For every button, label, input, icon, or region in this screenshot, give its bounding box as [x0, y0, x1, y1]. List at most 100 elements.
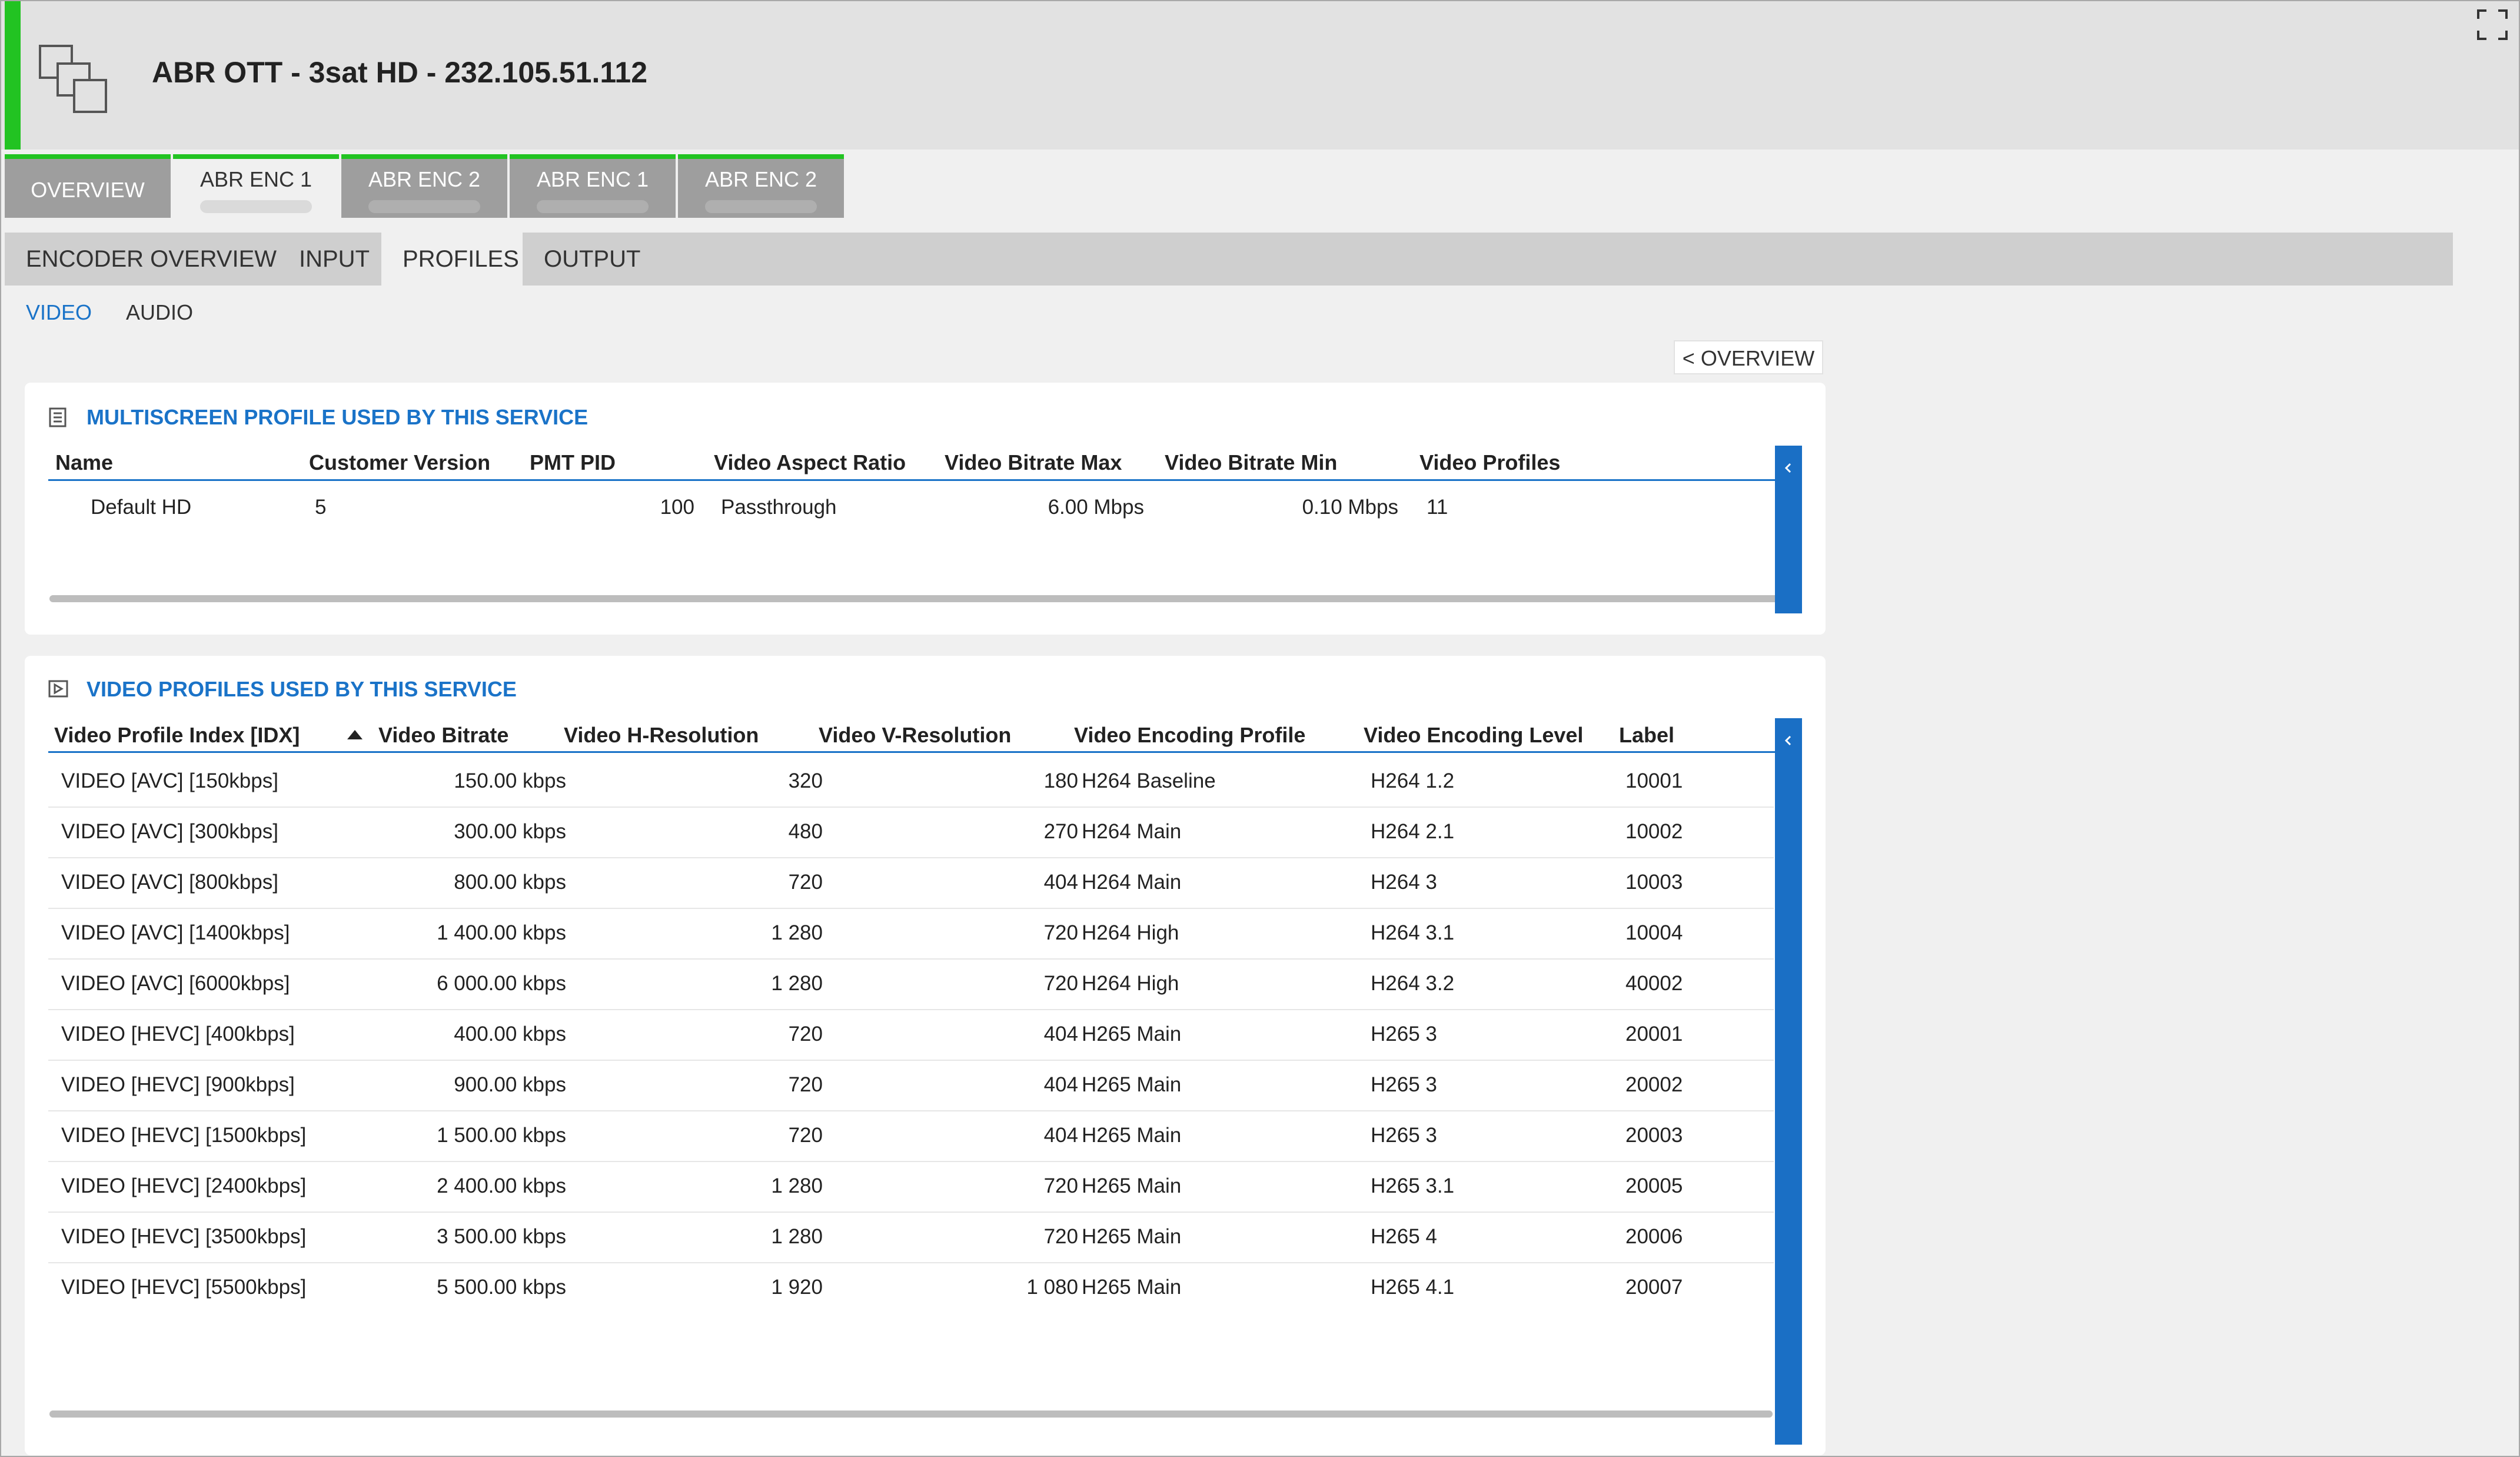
- tab-output[interactable]: OUTPUT: [523, 233, 652, 286]
- column-header-v-resolution[interactable]: Video V-Resolution: [819, 723, 1011, 748]
- column-header-customer-version[interactable]: Customer Version: [309, 450, 490, 475]
- cell-video-bitrate: 5 500.00 kbps: [437, 1276, 566, 1299]
- column-header-pmt-pid[interactable]: PMT PID: [530, 450, 616, 475]
- status-accent-bar: [5, 1, 21, 150]
- sort-ascending-icon[interactable]: [347, 730, 363, 739]
- column-header-video-profiles[interactable]: Video Profiles: [1419, 450, 1560, 475]
- cell-profile-index: VIDEO [AVC] [6000kbps]: [61, 972, 290, 995]
- cell-label: 10002: [1625, 820, 1683, 843]
- tab-label: ABR ENC 2: [704, 167, 817, 191]
- column-header-h-resolution[interactable]: Video H-Resolution: [564, 723, 759, 748]
- cell-encoding-profile: H264 Main: [1082, 820, 1182, 843]
- cell-video-bitrate: 300.00 kbps: [454, 820, 566, 843]
- cell-label: 10004: [1625, 921, 1683, 944]
- cell-profile-index: VIDEO [AVC] [150kbps]: [61, 769, 278, 792]
- tab-input[interactable]: INPUT: [278, 233, 381, 286]
- cell-v-resolution: 720: [1043, 972, 1078, 995]
- tab-label: ABR ENC 1: [536, 167, 649, 191]
- tab-abr-enc-1-b[interactable]: ABR ENC 1: [510, 154, 676, 218]
- cell-video-bitrate: 800.00 kbps: [454, 871, 566, 894]
- row-divider: [48, 1009, 1774, 1010]
- horizontal-scrollbar[interactable]: [49, 1410, 1773, 1418]
- fullscreen-icon[interactable]: [2476, 8, 2509, 41]
- panel-title: MULTISCREEN PROFILE USED BY THIS SERVICE: [87, 405, 589, 429]
- chevron-left-icon: [1784, 735, 1791, 746]
- cell-video-bitrate: 2 400.00 kbps: [437, 1174, 566, 1197]
- column-header-video-bitrate-max[interactable]: Video Bitrate Max: [945, 450, 1122, 475]
- video-profile-icon: [48, 680, 68, 698]
- panel-title: VIDEO PROFILES USED BY THIS SERVICE: [87, 677, 517, 701]
- redacted-sublabel: [368, 200, 480, 213]
- cell-label: 20003: [1625, 1124, 1683, 1147]
- list-icon: [49, 407, 67, 427]
- column-header-encoding-profile[interactable]: Video Encoding Profile: [1074, 723, 1305, 748]
- cell-encoding-level: H265 3.1: [1371, 1174, 1455, 1197]
- tab-abr-enc-1[interactable]: ABR ENC 1: [173, 154, 339, 218]
- cell-video-bitrate: 150.00 kbps: [454, 769, 566, 792]
- column-header-video-aspect-ratio[interactable]: Video Aspect Ratio: [714, 450, 906, 475]
- cell-h-resolution: 1 920: [771, 1276, 823, 1299]
- column-header-profile-index[interactable]: Video Profile Index [IDX]: [54, 723, 300, 748]
- cell-profile-index: VIDEO [HEVC] [900kbps]: [61, 1073, 295, 1096]
- redacted-sublabel: [200, 200, 312, 213]
- service-header: ABR OTT - 3sat HD - 232.105.51.112: [1, 1, 2519, 150]
- cell-h-resolution: 1 280: [771, 1225, 823, 1248]
- cell-video-bitrate: 1 500.00 kbps: [437, 1124, 566, 1147]
- multiscreen-profile-panel: MULTISCREEN PROFILE USED BY THIS SERVICE…: [25, 383, 1826, 635]
- cell-encoding-level: H264 3: [1371, 871, 1437, 894]
- column-header-encoding-level[interactable]: Video Encoding Level: [1364, 723, 1583, 748]
- cell-v-resolution: 720: [1043, 1225, 1078, 1248]
- cell-encoding-level: H265 4.1: [1371, 1276, 1455, 1299]
- cell-encoding-level: H264 1.2: [1371, 769, 1455, 792]
- row-divider: [48, 1161, 1774, 1162]
- row-divider: [48, 1212, 1774, 1213]
- cell-label: 20001: [1625, 1023, 1683, 1046]
- column-header-video-bitrate-min[interactable]: Video Bitrate Min: [1165, 450, 1337, 475]
- page-title: ABR OTT - 3sat HD - 232.105.51.112: [152, 56, 648, 89]
- cell-profile-index: VIDEO [HEVC] [1500kbps]: [61, 1124, 307, 1147]
- cell-bitrate-max: 6.00 Mbps: [1048, 496, 1144, 519]
- cell-v-resolution: 720: [1043, 921, 1078, 944]
- cell-label: 20002: [1625, 1073, 1683, 1096]
- header-divider: [48, 479, 1797, 481]
- tab-profiles[interactable]: PROFILES: [381, 233, 523, 286]
- cell-h-resolution: 1 280: [771, 921, 823, 944]
- cell-encoding-profile: H265 Main: [1082, 1073, 1182, 1096]
- cell-h-resolution: 480: [788, 820, 823, 843]
- column-header-name[interactable]: Name: [55, 450, 113, 475]
- cell-encoding-profile: H265 Main: [1082, 1276, 1182, 1299]
- video-profiles-panel: VIDEO PROFILES USED BY THIS SERVICE Vide…: [25, 656, 1826, 1455]
- tab-label: ABR ENC 2: [368, 167, 481, 191]
- tab-label: OVERVIEW: [31, 178, 145, 202]
- tab-audio[interactable]: AUDIO: [126, 300, 193, 325]
- cell-encoding-profile: H264 High: [1082, 972, 1179, 995]
- row-divider: [48, 1110, 1774, 1111]
- cell-profile-index: VIDEO [AVC] [800kbps]: [61, 871, 278, 894]
- cell-v-resolution: 404: [1043, 1073, 1078, 1096]
- column-header-label[interactable]: Label: [1619, 723, 1674, 748]
- collapse-column-panel-button[interactable]: [1775, 718, 1802, 1445]
- multiscreen-windows-icon: [39, 45, 107, 113]
- tab-overview[interactable]: OVERVIEW: [5, 154, 171, 218]
- cell-profile-index: VIDEO [HEVC] [400kbps]: [61, 1023, 295, 1046]
- cell-encoding-profile: H265 Main: [1082, 1174, 1182, 1197]
- tab-abr-enc-2[interactable]: ABR ENC 2: [341, 154, 507, 218]
- cell-h-resolution: 720: [788, 1124, 823, 1147]
- tab-video[interactable]: VIDEO: [26, 300, 92, 325]
- horizontal-scrollbar[interactable]: [49, 595, 1797, 602]
- cell-video-profiles: 11: [1427, 496, 1448, 519]
- chevron-left-icon: [1784, 463, 1791, 473]
- tab-encoder-overview[interactable]: ENCODER OVERVIEW: [5, 233, 278, 286]
- cell-v-resolution: 720: [1043, 1174, 1078, 1197]
- cell-encoding-level: H265 4: [1371, 1225, 1437, 1248]
- tab-abr-enc-2-b[interactable]: ABR ENC 2: [678, 154, 844, 218]
- column-header-video-bitrate[interactable]: Video Bitrate: [378, 723, 508, 748]
- cell-h-resolution: 320: [788, 769, 823, 792]
- encoder-subnav: ENCODER OVERVIEW INPUT PROFILES OUTPUT: [5, 233, 2453, 286]
- collapse-column-panel-button[interactable]: [1775, 446, 1802, 613]
- cell-encoding-level: H265 3: [1371, 1124, 1437, 1147]
- back-to-overview-button[interactable]: < OVERVIEW: [1674, 340, 1823, 374]
- cell-encoding-profile: H265 Main: [1082, 1124, 1182, 1147]
- cell-v-resolution: 404: [1043, 871, 1078, 894]
- cell-profile-index: VIDEO [HEVC] [3500kbps]: [61, 1225, 307, 1248]
